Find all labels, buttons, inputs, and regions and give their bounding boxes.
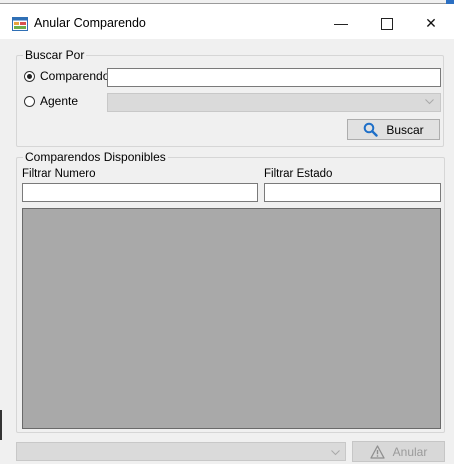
radio-comparendo-indicator[interactable] [24,70,35,82]
comparendo-input[interactable] [107,68,441,87]
reason-select[interactable] [16,442,346,461]
annul-button[interactable]: Anular [352,441,445,462]
form-icon [12,17,28,31]
window-edge [0,410,2,440]
chevron-down-icon [425,97,434,108]
maximize-button[interactable] [364,8,410,38]
chevron-down-icon [331,448,340,459]
search-by-legend: Buscar Por [25,48,85,62]
available-fines-grid[interactable] [22,208,441,429]
radio-agente-indicator[interactable] [24,95,35,107]
filter-number-input[interactable] [22,183,258,202]
close-button[interactable]: ✕ [408,8,454,38]
radio-agente[interactable]: Agente [24,94,78,108]
filter-number-label: Filtrar Numero [22,168,96,180]
magnifier-icon [363,122,379,137]
annul-button-label: Anular [392,444,428,459]
filter-state-input[interactable] [264,183,441,202]
radio-agente-label: Agente [40,94,79,108]
search-button[interactable]: Buscar [347,119,440,140]
reason-select-arrow[interactable] [326,442,346,461]
radio-comparendo[interactable]: Comparendo [24,69,109,83]
filter-state-label: Filtrar Estado [264,168,333,180]
warning-triangle-icon [370,444,385,459]
window-title: Anular Comparendo [34,16,146,30]
title-bar: Anular Comparendo — ✕ [0,4,454,39]
agente-select[interactable] [107,93,441,112]
search-button-label: Buscar [386,122,424,137]
radio-comparendo-label: Comparendo [40,69,110,83]
available-fines-legend: Comparendos Disponibles [25,150,166,164]
maximize-icon [381,18,393,31]
minimize-button[interactable]: — [318,8,364,38]
